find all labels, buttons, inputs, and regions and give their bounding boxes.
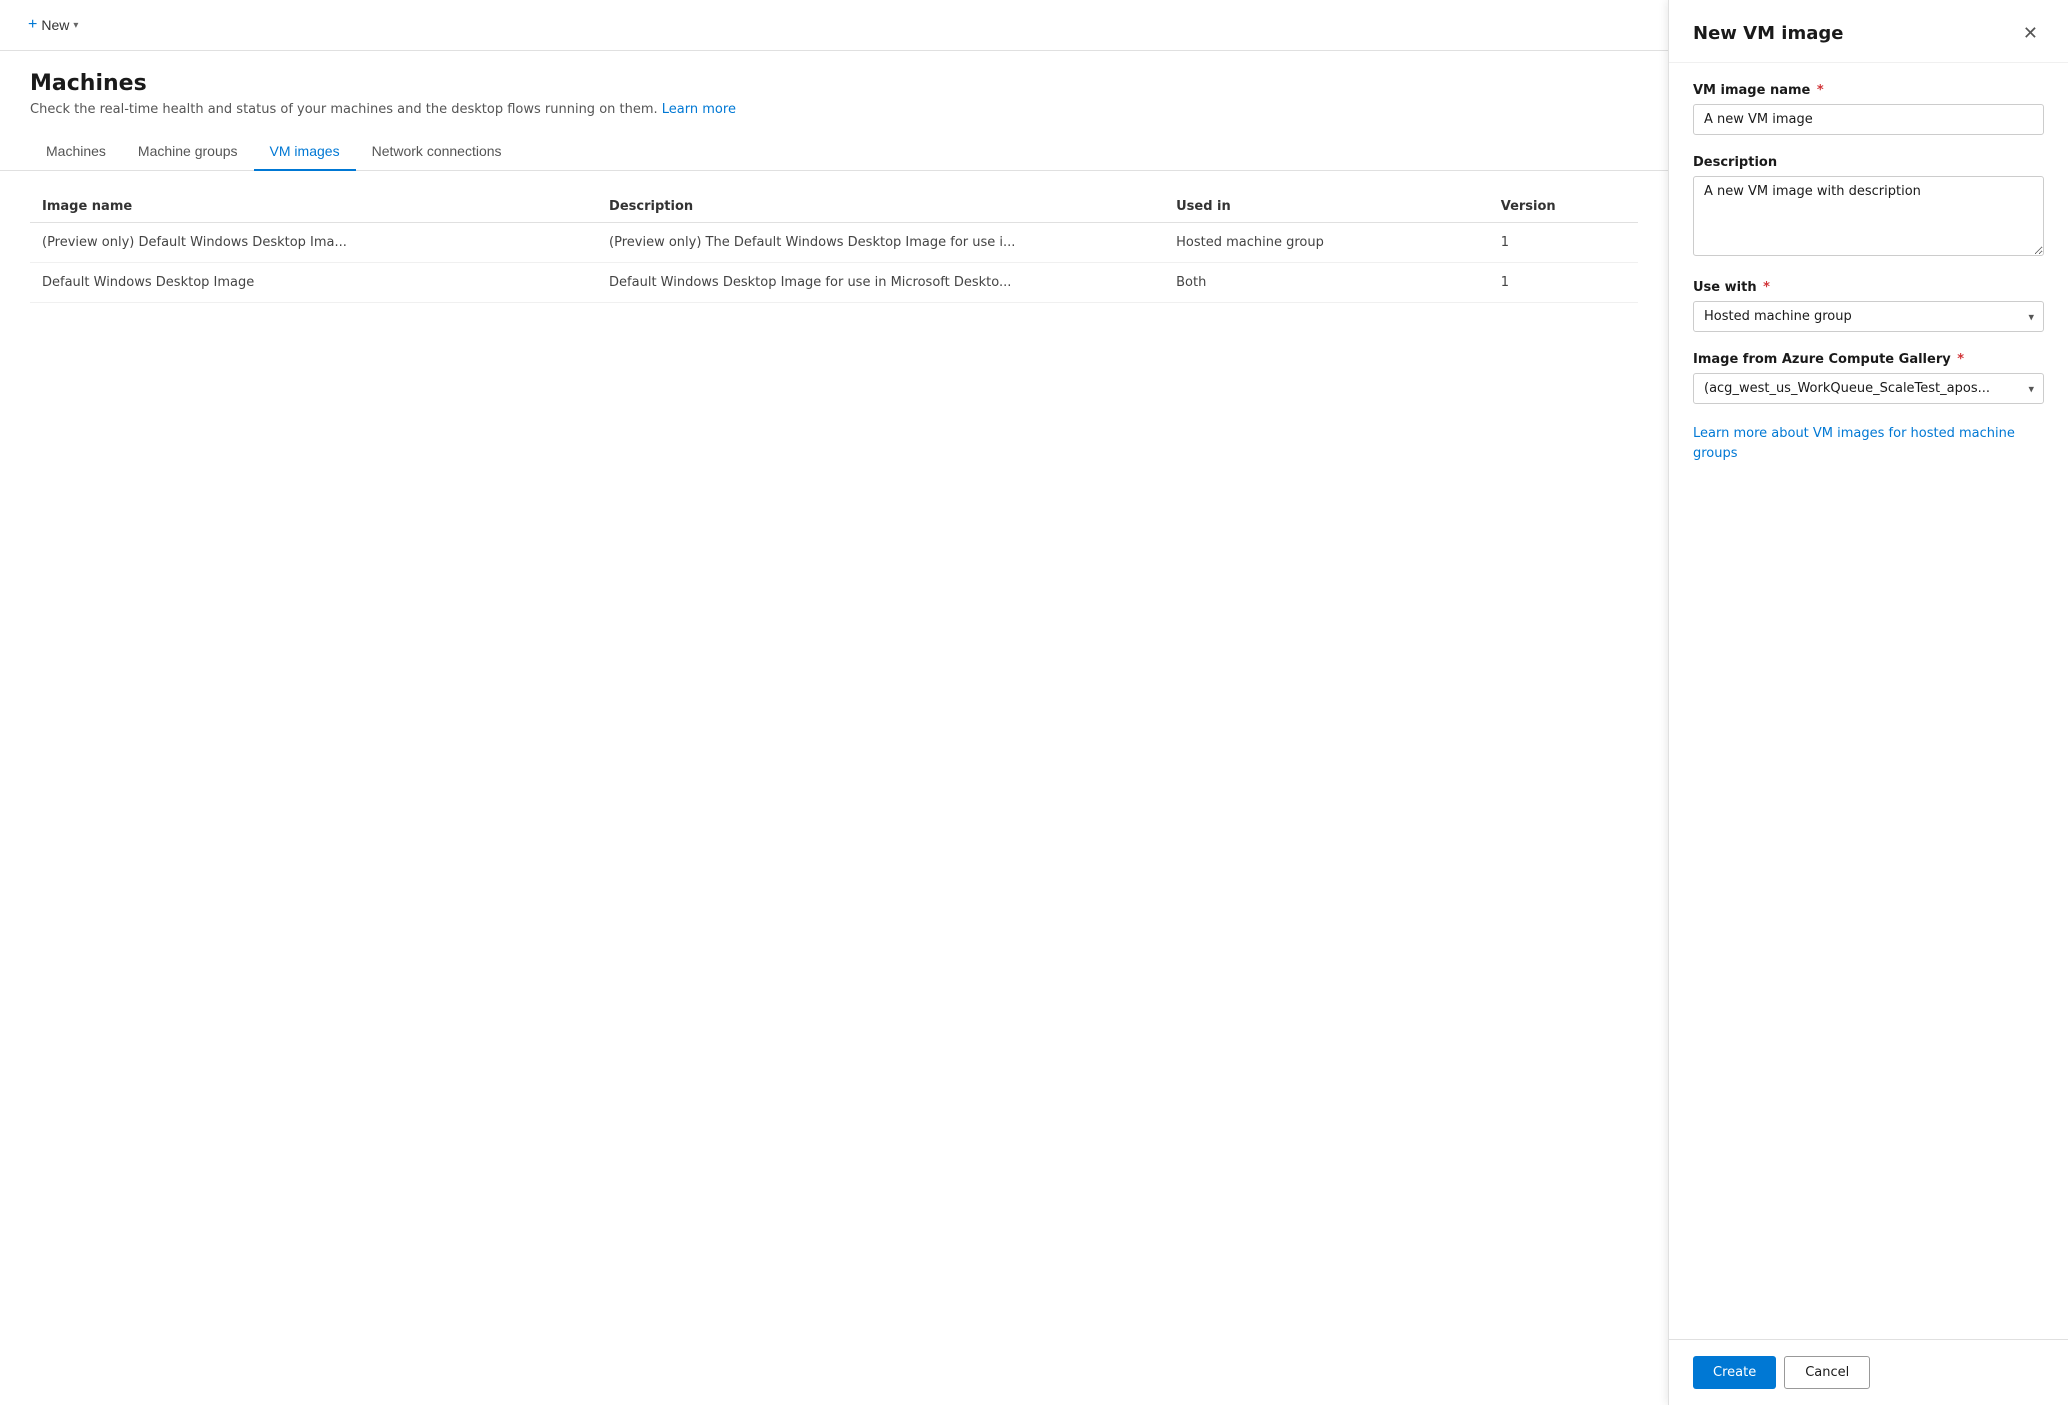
new-vm-image-panel: New VM image ✕ VM image name * Descripti… — [1668, 0, 2068, 1405]
description-group: Description A new VM image with descript… — [1693, 155, 2044, 260]
panel-body: VM image name * Description A new VM ima… — [1669, 63, 2068, 1339]
chevron-down-icon: ▾ — [73, 20, 78, 31]
panel-close-button[interactable]: ✕ — [2017, 20, 2044, 46]
use-with-select-wrapper: Hosted machine group Both ▾ — [1693, 301, 2044, 332]
use-with-select[interactable]: Hosted machine group Both — [1693, 301, 2044, 332]
table-area: Image name Description Used in Version (… — [0, 171, 1668, 1405]
cancel-button[interactable]: Cancel — [1784, 1356, 1870, 1389]
tab-machines[interactable]: Machines — [30, 133, 122, 171]
description-input[interactable]: A new VM image with description — [1693, 176, 2044, 256]
toolbar: + New ▾ — [0, 0, 1668, 51]
page-header: Machines Check the real-time health and … — [0, 51, 1668, 133]
plus-icon: + — [28, 16, 37, 34]
col-header-description: Description — [597, 191, 1164, 223]
panel-header: New VM image ✕ — [1669, 0, 2068, 63]
cell-used-in: Both — [1164, 263, 1489, 303]
create-button[interactable]: Create — [1693, 1356, 1776, 1389]
learn-more-link[interactable]: Learn more — [662, 102, 736, 117]
cell-image-name: (Preview only) Default Windows Desktop I… — [30, 223, 597, 263]
cell-version: 1 — [1489, 263, 1638, 303]
description-label: Description — [1693, 155, 2044, 170]
vm-image-name-input[interactable] — [1693, 104, 2044, 135]
table-row[interactable]: (Preview only) Default Windows Desktop I… — [30, 223, 1638, 263]
col-header-used-in: Used in — [1164, 191, 1489, 223]
col-header-version: Version — [1489, 191, 1638, 223]
tab-network-connections[interactable]: Network connections — [356, 133, 518, 171]
cell-version: 1 — [1489, 223, 1638, 263]
new-button[interactable]: + New ▾ — [20, 12, 86, 38]
col-header-image-name: Image name — [30, 191, 597, 223]
cell-used-in: Hosted machine group — [1164, 223, 1489, 263]
cell-description: Default Windows Desktop Image for use in… — [597, 263, 1164, 303]
image-gallery-select[interactable]: (acg_west_us_WorkQueue_ScaleTest_apos... — [1693, 373, 2044, 404]
use-with-label: Use with * — [1693, 280, 2044, 295]
vm-images-table: Image name Description Used in Version (… — [30, 191, 1638, 303]
required-indicator: * — [1953, 352, 1964, 367]
panel-title: New VM image — [1693, 23, 1843, 44]
image-gallery-select-wrapper: (acg_west_us_WorkQueue_ScaleTest_apos...… — [1693, 373, 2044, 404]
tabs-bar: Machines Machine groups VM images Networ… — [0, 133, 1668, 171]
vm-image-name-group: VM image name * — [1693, 83, 2044, 135]
page-title: Machines — [30, 71, 1638, 96]
vm-image-name-label: VM image name * — [1693, 83, 2044, 98]
close-icon: ✕ — [2023, 23, 2038, 43]
learn-more-vm-images-link[interactable]: Learn more about VM images for hosted ma… — [1693, 426, 2015, 461]
cell-description: (Preview only) The Default Windows Deskt… — [597, 223, 1164, 263]
tab-vm-images[interactable]: VM images — [254, 133, 356, 171]
page-subtitle: Check the real-time health and status of… — [30, 102, 1638, 117]
new-button-label: New — [41, 17, 69, 33]
image-gallery-label: Image from Azure Compute Gallery * — [1693, 352, 2044, 367]
use-with-group: Use with * Hosted machine group Both ▾ — [1693, 280, 2044, 332]
table-row[interactable]: Default Windows Desktop Image Default Wi… — [30, 263, 1638, 303]
image-gallery-group: Image from Azure Compute Gallery * (acg_… — [1693, 352, 2044, 404]
required-indicator: * — [1812, 83, 1823, 98]
panel-footer: Create Cancel — [1669, 1339, 2068, 1405]
required-indicator: * — [1759, 280, 1770, 295]
tab-machine-groups[interactable]: Machine groups — [122, 133, 254, 171]
cell-image-name: Default Windows Desktop Image — [30, 263, 597, 303]
